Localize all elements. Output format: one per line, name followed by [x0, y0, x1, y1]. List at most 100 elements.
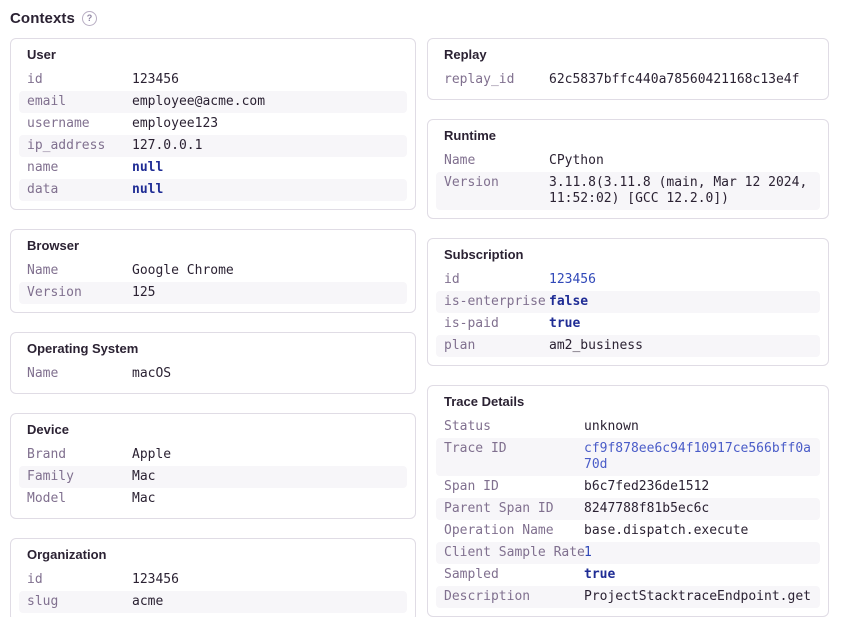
column-right: Replayreplay_id62c5837bffc440a7856042116…: [427, 38, 829, 617]
context-key: is-enterprise: [444, 294, 549, 310]
context-row: Parent Span ID8247788f81b5ec6c: [436, 498, 820, 520]
context-key: Version: [444, 175, 549, 207]
context-row: is-enterprisefalse: [436, 291, 820, 313]
context-key: Client Sample Rate: [444, 545, 584, 561]
context-value: Mac: [132, 491, 403, 507]
context-row: BrandApple: [19, 444, 407, 466]
context-row: NameCPython: [436, 150, 820, 172]
context-value: CPython: [549, 153, 816, 169]
context-value: am2_business: [549, 338, 816, 354]
context-value: Mac: [132, 469, 403, 485]
context-value: 123456: [132, 572, 403, 588]
context-key: Description: [444, 589, 584, 605]
page-title: Contexts: [10, 10, 75, 27]
key-value-table: NameCPythonVersion3.11.8(3.11.8 (main, M…: [436, 150, 820, 210]
context-value: 123456: [549, 272, 816, 288]
context-key: Name: [27, 366, 132, 382]
context-key: Name: [27, 263, 132, 279]
card-title: Runtime: [436, 126, 820, 150]
context-value: 62c5837bffc440a78560421168c13e4f: [549, 72, 816, 88]
context-value: 123456: [132, 72, 403, 88]
context-value: 3.11.8(3.11.8 (main, Mar 12 2024, 11:52:…: [549, 175, 816, 207]
context-value: 127.0.0.1: [132, 138, 403, 154]
context-row: datanull: [19, 179, 407, 201]
context-row: Version3.11.8(3.11.8 (main, Mar 12 2024,…: [436, 172, 820, 210]
context-key: Sampled: [444, 567, 584, 583]
context-value: employee123: [132, 116, 403, 132]
card-title: Organization: [19, 545, 407, 569]
context-row: namenull: [19, 157, 407, 179]
key-value-table: id123456is-enterprisefalseis-paidtruepla…: [436, 269, 820, 357]
context-value-link[interactable]: cf9f878ee6c94f10917ce566bff0a70d: [584, 441, 816, 473]
context-value: b6c7fed236de1512: [584, 479, 816, 495]
context-row: Client Sample Rate1: [436, 542, 820, 564]
key-value-table: id123456emailemployee@acme.comusernameem…: [19, 69, 407, 201]
context-key: Operation Name: [444, 523, 584, 539]
context-row: id123456: [19, 569, 407, 591]
context-key: plan: [444, 338, 549, 354]
card-title: Operating System: [19, 339, 407, 363]
context-value: Google Chrome: [132, 263, 403, 279]
context-row: slugacme: [19, 591, 407, 613]
context-value: null: [132, 182, 403, 198]
context-row: FamilyMac: [19, 466, 407, 488]
context-key: id: [27, 572, 132, 588]
contexts-section: Contexts ? Userid123456emailemployee@acm…: [0, 0, 844, 617]
context-value: base.dispatch.execute: [584, 523, 816, 539]
card-title: Trace Details: [436, 392, 820, 416]
context-value: Apple: [132, 447, 403, 463]
card-title: Subscription: [436, 245, 820, 269]
context-value: true: [549, 316, 816, 332]
context-key: ip_address: [27, 138, 132, 154]
section-header: Contexts ?: [10, 10, 829, 27]
context-key: Parent Span ID: [444, 501, 584, 517]
context-card-replay: Replayreplay_id62c5837bffc440a7856042116…: [427, 38, 829, 100]
context-key: replay_id: [444, 72, 549, 88]
context-value: macOS: [132, 366, 403, 382]
context-value: employee@acme.com: [132, 94, 403, 110]
context-card-device: DeviceBrandAppleFamilyMacModelMac: [10, 413, 416, 519]
context-row: id123456: [19, 69, 407, 91]
key-value-table: NameGoogle ChromeVersion125: [19, 260, 407, 304]
key-value-table: StatusunknownTrace IDcf9f878ee6c94f10917…: [436, 416, 820, 608]
card-title: Browser: [19, 236, 407, 260]
card-title: User: [19, 45, 407, 69]
context-row: is-paidtrue: [436, 313, 820, 335]
context-key: slug: [27, 594, 132, 610]
context-row: Operation Namebase.dispatch.execute: [436, 520, 820, 542]
context-value: false: [549, 294, 816, 310]
context-row: Sampledtrue: [436, 564, 820, 586]
context-key: Version: [27, 285, 132, 301]
context-key: Name: [444, 153, 549, 169]
context-card-runtime: RuntimeNameCPythonVersion3.11.8(3.11.8 (…: [427, 119, 829, 219]
context-row: planam2_business: [436, 335, 820, 357]
context-row: emailemployee@acme.com: [19, 91, 407, 113]
context-row: ip_address127.0.0.1: [19, 135, 407, 157]
context-row: NameGoogle Chrome: [19, 260, 407, 282]
context-value: 1: [584, 545, 816, 561]
context-row: NamemacOS: [19, 363, 407, 385]
context-row: usernameemployee123: [19, 113, 407, 135]
context-key: id: [444, 272, 549, 288]
context-key: Model: [27, 491, 132, 507]
context-value: null: [132, 160, 403, 176]
context-key: Status: [444, 419, 584, 435]
card-title: Replay: [436, 45, 820, 69]
context-key: id: [27, 72, 132, 88]
context-value: 8247788f81b5ec6c: [584, 501, 816, 517]
context-key: data: [27, 182, 132, 198]
context-card-browser: BrowserNameGoogle ChromeVersion125: [10, 229, 416, 313]
context-key: Brand: [27, 447, 132, 463]
context-row: ModelMac: [19, 488, 407, 510]
context-card-trace-details: Trace DetailsStatusunknownTrace IDcf9f87…: [427, 385, 829, 617]
column-left: Userid123456emailemployee@acme.comuserna…: [10, 38, 416, 617]
context-key: Span ID: [444, 479, 584, 495]
context-value: true: [584, 567, 816, 583]
context-card-subscription: Subscriptionid123456is-enterprisefalseis…: [427, 238, 829, 366]
context-key: username: [27, 116, 132, 132]
key-value-table: replay_id62c5837bffc440a78560421168c13e4…: [436, 69, 820, 91]
context-key: Family: [27, 469, 132, 485]
context-key: name: [27, 160, 132, 176]
context-key: Trace ID: [444, 441, 584, 473]
help-icon[interactable]: ?: [82, 11, 97, 26]
